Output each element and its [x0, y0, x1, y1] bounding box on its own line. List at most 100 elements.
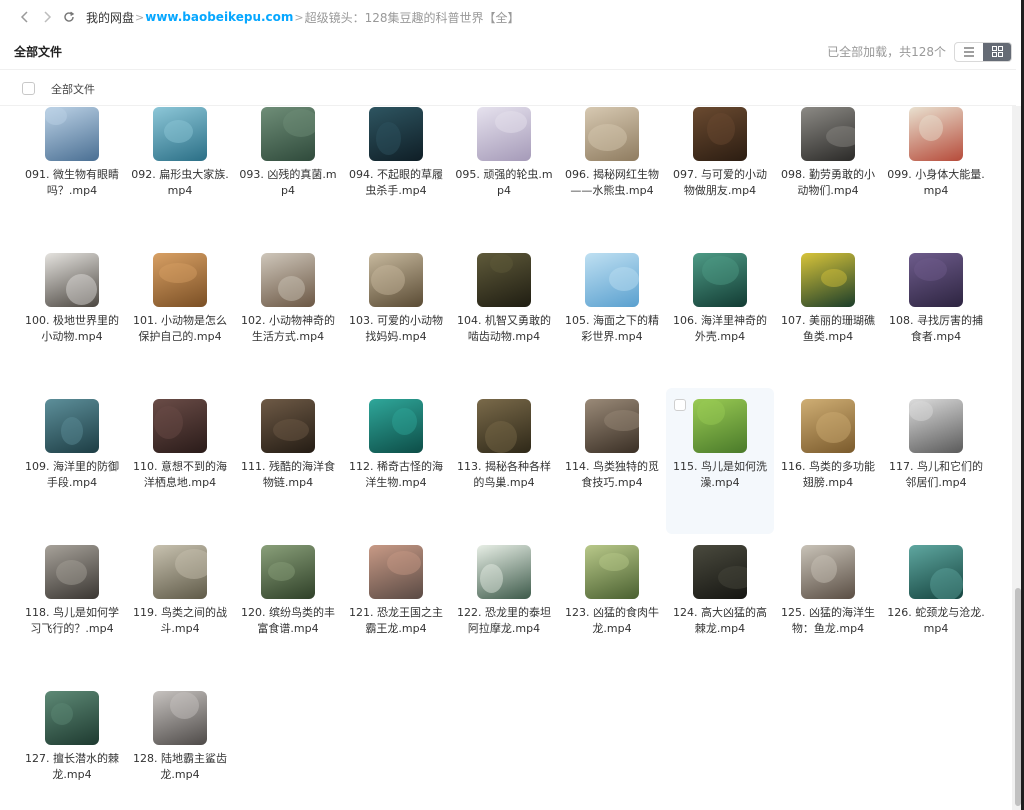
file-name: 093. 凶残的真菌.mp4: [239, 168, 337, 197]
breadcrumb-root[interactable]: 我的网盘: [86, 9, 134, 26]
grid-view-button[interactable]: [983, 42, 1011, 61]
file-checkbox[interactable]: [674, 399, 686, 411]
file-item[interactable]: 104. 机智又勇敢的啮齿动物.mp4: [450, 242, 558, 388]
video-thumbnail: [585, 253, 639, 307]
video-thumbnail: [909, 107, 963, 161]
file-item[interactable]: 113. 揭秘各种各样的鸟巢.mp4: [450, 388, 558, 534]
video-thumbnail: [801, 253, 855, 307]
file-name: 110. 意想不到的海洋栖息地.mp4: [133, 460, 227, 489]
file-item[interactable]: 117. 鸟儿和它们的邻居们.mp4: [882, 388, 990, 534]
video-thumbnail: [477, 545, 531, 599]
file-name: 103. 可爱的小动物找妈妈.mp4: [349, 314, 443, 343]
refresh-button[interactable]: [58, 6, 80, 28]
file-item[interactable]: 123. 凶猛的食肉牛龙.mp4: [558, 534, 666, 680]
file-item[interactable]: 093. 凶残的真菌.mp4: [234, 106, 342, 242]
video-thumbnail: [261, 107, 315, 161]
breadcrumb: 我的网盘 > www.baobeikepu.com > 超级镜头：128集豆趣的…: [86, 9, 520, 26]
file-item[interactable]: 120. 缤纷鸟类的丰富食谱.mp4: [234, 534, 342, 680]
file-item[interactable]: 109. 海洋里的防御手段.mp4: [18, 388, 126, 534]
file-item[interactable]: 128. 陆地霸主鲨齿龙.mp4: [126, 680, 234, 810]
file-item[interactable]: 098. 勤劳勇敢的小动物们.mp4: [774, 106, 882, 242]
file-item[interactable]: 125. 凶猛的海洋生物：鱼龙.mp4: [774, 534, 882, 680]
list-view-button[interactable]: [955, 43, 983, 61]
file-item[interactable]: 106. 海洋里神奇的外壳.mp4: [666, 242, 774, 388]
file-item[interactable]: 096. 揭秘网红生物——水熊虫.mp4: [558, 106, 666, 242]
video-thumbnail: [477, 107, 531, 161]
file-name: 118. 鸟儿是如何学习飞行的？.mp4: [25, 606, 119, 635]
file-name: 108. 寻找厉害的捕食者.mp4: [889, 314, 983, 343]
breadcrumb-separator: >: [294, 10, 304, 24]
video-thumbnail: [45, 545, 99, 599]
video-thumbnail: [693, 545, 747, 599]
video-thumbnail: [45, 107, 99, 161]
file-item[interactable]: 103. 可爱的小动物找妈妈.mp4: [342, 242, 450, 388]
file-item[interactable]: 114. 鸟类独特的觅食技巧.mp4: [558, 388, 666, 534]
file-item[interactable]: 102. 小动物神奇的生活方式.mp4: [234, 242, 342, 388]
video-thumbnail: [585, 545, 639, 599]
video-thumbnail: [45, 691, 99, 745]
file-item[interactable]: 107. 美丽的珊瑚礁鱼类.mp4: [774, 242, 882, 388]
file-item[interactable]: 124. 高大凶猛的高棘龙.mp4: [666, 534, 774, 680]
file-item[interactable]: 127. 擅长潜水的棘龙.mp4: [18, 680, 126, 810]
file-item[interactable]: 099. 小身体大能量.mp4: [882, 106, 990, 242]
breadcrumb-current: 超级镜头：128集豆趣的科普世界【全】: [304, 10, 520, 25]
toolbar: 全部文件 已全部加载，共128个: [0, 34, 1016, 70]
select-all-checkbox[interactable]: [22, 82, 35, 95]
video-thumbnail: [801, 545, 855, 599]
file-name: 117. 鸟儿和它们的邻居们.mp4: [889, 460, 983, 489]
video-thumbnail: [261, 253, 315, 307]
video-thumbnail: [477, 253, 531, 307]
video-thumbnail: [477, 399, 531, 453]
video-thumbnail: [693, 253, 747, 307]
file-item[interactable]: 118. 鸟儿是如何学习飞行的？.mp4: [18, 534, 126, 680]
video-thumbnail: [153, 691, 207, 745]
video-thumbnail: [153, 107, 207, 161]
video-thumbnail: [909, 399, 963, 453]
file-item[interactable]: 122. 恐龙里的泰坦 阿拉摩龙.mp4: [450, 534, 558, 680]
file-name: 119. 鸟类之间的战斗.mp4: [133, 606, 227, 635]
file-name: 100. 极地世界里的小动物.mp4: [25, 314, 119, 343]
file-item[interactable]: 092. 扁形虫大家族.mp4: [126, 106, 234, 242]
refresh-icon: [64, 11, 75, 22]
file-item[interactable]: 100. 极地世界里的小动物.mp4: [18, 242, 126, 388]
load-status: 已全部加载，共128个: [827, 45, 946, 59]
video-thumbnail: [693, 107, 747, 161]
file-item[interactable]: 121. 恐龙王国之主 霸王龙.mp4: [342, 534, 450, 680]
video-thumbnail: [369, 399, 423, 453]
video-thumbnail: [261, 545, 315, 599]
file-name: 095. 顽强的轮虫.mp4: [455, 168, 553, 197]
forward-button[interactable]: [36, 6, 58, 28]
file-name: 097. 与可爱的小动物做朋友.mp4: [673, 168, 767, 197]
video-thumbnail: [909, 253, 963, 307]
file-item[interactable]: 112. 稀奇古怪的海洋生物.mp4: [342, 388, 450, 534]
video-thumbnail: [369, 107, 423, 161]
file-name: 099. 小身体大能量.mp4: [887, 168, 985, 197]
file-item[interactable]: 111. 残酷的海洋食物链.mp4: [234, 388, 342, 534]
file-item[interactable]: 126. 蛇颈龙与沧龙.mp4: [882, 534, 990, 680]
file-name: 124. 高大凶猛的高棘龙.mp4: [673, 606, 767, 635]
file-item[interactable]: 105. 海面之下的精彩世界.mp4: [558, 242, 666, 388]
file-name: 128. 陆地霸主鲨齿龙.mp4: [133, 752, 227, 781]
video-thumbnail: [45, 399, 99, 453]
file-item[interactable]: 094. 不起眼的草履虫杀手.mp4: [342, 106, 450, 242]
file-item[interactable]: 101. 小动物是怎么保护自己的.mp4: [126, 242, 234, 388]
breadcrumb-separator: >: [135, 10, 145, 24]
video-thumbnail: [369, 545, 423, 599]
file-item[interactable]: 108. 寻找厉害的捕食者.mp4: [882, 242, 990, 388]
file-item[interactable]: 110. 意想不到的海洋栖息地.mp4: [126, 388, 234, 534]
video-thumbnail: [369, 253, 423, 307]
file-item[interactable]: 097. 与可爱的小动物做朋友.mp4: [666, 106, 774, 242]
file-name: 122. 恐龙里的泰坦 阿拉摩龙.mp4: [457, 606, 551, 635]
video-thumbnail: [585, 107, 639, 161]
breadcrumb-site[interactable]: www.baobeikepu.com: [145, 10, 293, 24]
file-name: 114. 鸟类独特的觅食技巧.mp4: [565, 460, 659, 489]
file-item[interactable]: 095. 顽强的轮虫.mp4: [450, 106, 558, 242]
file-item[interactable]: 091. 微生物有眼睛吗？.mp4: [18, 106, 126, 242]
video-thumbnail: [153, 253, 207, 307]
file-item[interactable]: 115. 鸟儿是如何洗澡.mp4: [666, 388, 774, 534]
file-item[interactable]: 116. 鸟类的多功能翅膀.mp4: [774, 388, 882, 534]
back-button[interactable]: [14, 6, 36, 28]
file-name: 094. 不起眼的草履虫杀手.mp4: [349, 168, 443, 197]
file-item[interactable]: 119. 鸟类之间的战斗.mp4: [126, 534, 234, 680]
file-name: 107. 美丽的珊瑚礁鱼类.mp4: [781, 314, 875, 343]
